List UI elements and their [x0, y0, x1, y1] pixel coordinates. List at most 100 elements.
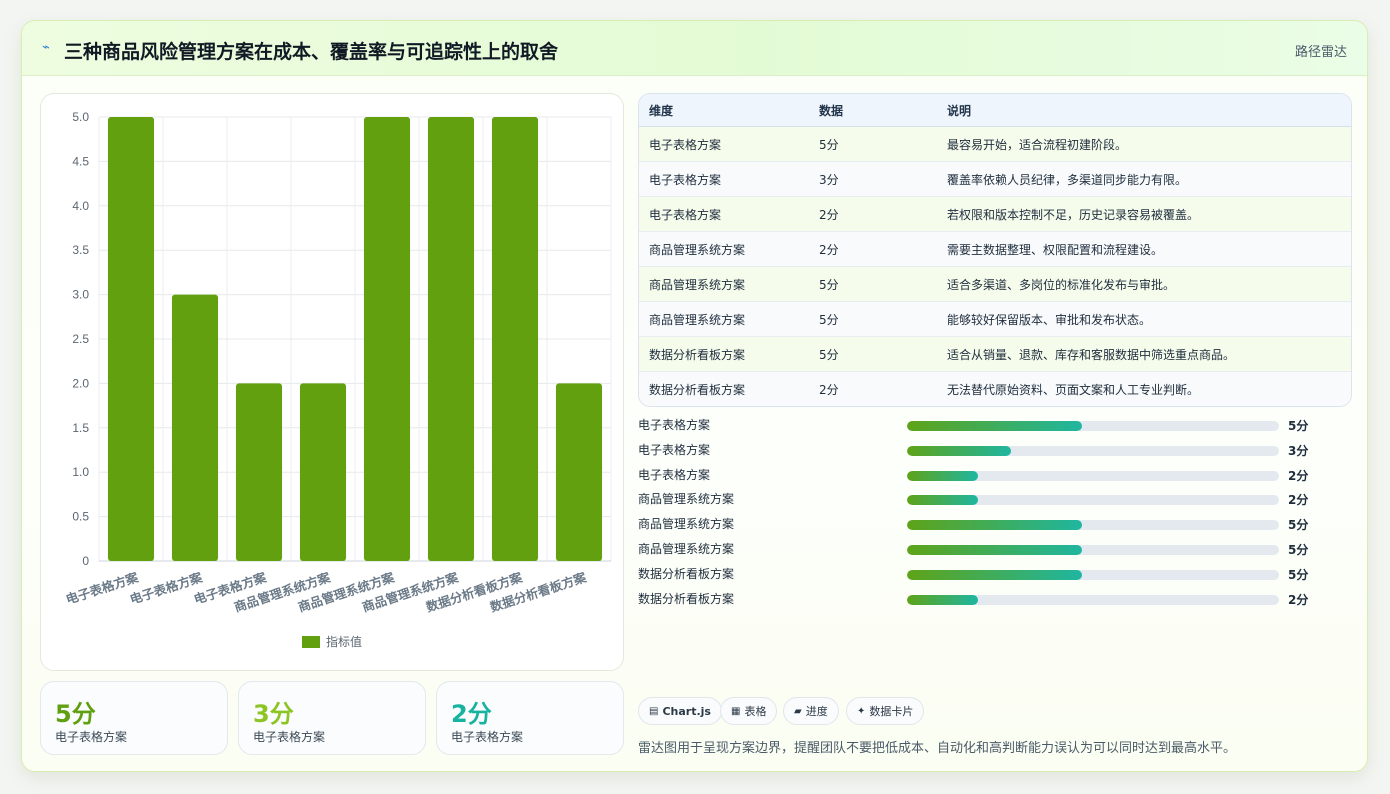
cell-data: 2分: [819, 242, 839, 257]
y-tick-label: 1.0: [72, 465, 89, 479]
progress-label: 数据分析看板方案: [638, 566, 735, 581]
header-dimension: 维度: [649, 103, 674, 118]
progress-icon: ▰: [794, 705, 802, 717]
bar-2: [171, 294, 219, 561]
y-tick-label: 1.5: [72, 421, 89, 435]
bar-6: [427, 117, 475, 561]
stat-card-3: 2分 电子表格方案: [436, 681, 624, 755]
progress-row: 电子表格方案 5分: [638, 416, 1352, 434]
y-tick-label: 0: [82, 554, 89, 568]
chip-chartjs[interactable]: ▤ Chart.js: [638, 697, 722, 725]
progress-label: 商品管理系统方案: [638, 492, 735, 507]
progress-fill: [907, 421, 1082, 431]
progress-fill: [907, 520, 1082, 531]
y-tick-label: 2.0: [72, 376, 89, 390]
table-row: 电子表格方案 3分 覆盖率依赖人员纪律，多渠道同步能力有限。: [639, 162, 1351, 197]
header-data: 数据: [819, 103, 844, 118]
progress-fill: [907, 445, 1012, 456]
stat-label: 电子表格方案: [451, 730, 524, 744]
bar-1: [107, 117, 155, 561]
cell-dimension: 电子表格方案: [649, 137, 722, 152]
progress-value: 5分: [1288, 543, 1309, 557]
bar-chart-panel: 5.0 4.5 4.0 3.5 3.0 2.5 2.0 1.5 1.0 0.5 0 电子表格方案 电子表…: [40, 93, 624, 671]
progress-label: 商品管理系统方案: [638, 517, 735, 532]
lightning-icon: ⌁: [42, 40, 50, 55]
y-tick-label: 4.0: [72, 199, 89, 213]
table-row: 商品管理系统方案 5分 适合多渠道、多岗位的标准化发布与审批。: [639, 267, 1351, 302]
stat-value: 5分: [55, 700, 96, 728]
cell-description: 若权限和版本控制不足，历史记录容易被覆盖。: [947, 207, 1200, 222]
table-header: 维度 数据 说明: [639, 94, 1351, 127]
progress-track: [907, 495, 1279, 506]
cell-description: 适合从销量、退款、库存和客服数据中筛选重点商品。: [947, 347, 1236, 362]
progress-value: 3分: [1288, 443, 1309, 458]
cell-description: 适合多渠道、多岗位的标准化发布与审批。: [947, 277, 1176, 292]
page-title: 三种商品风险管理方案在成本、覆盖率与可追踪性上的取舍: [64, 41, 559, 63]
cell-dimension: 电子表格方案: [649, 207, 722, 222]
table-row: 商品管理系统方案 2分 需要主数据整理、权限配置和流程建设。: [639, 232, 1351, 267]
cell-dimension: 数据分析看板方案: [649, 347, 746, 362]
cell-description: 需要主数据整理、权限配置和流程建设。: [947, 242, 1164, 257]
sparkle-icon: ✦: [857, 705, 866, 717]
chip-data-card[interactable]: ✦ 数据卡片: [846, 697, 925, 725]
cell-data: 2分: [819, 207, 839, 222]
progress-track: [907, 594, 1279, 605]
progress-track: [907, 421, 1279, 431]
cell-dimension: 商品管理系统方案: [649, 312, 746, 327]
header-tag[interactable]: 路径雷达: [1295, 41, 1347, 60]
progress-value: 5分: [1288, 518, 1309, 533]
progress-row: 数据分析看板方案 5分: [638, 565, 1352, 583]
bar-4: [299, 383, 347, 561]
cell-data: 3分: [819, 172, 839, 187]
bar-8: [555, 383, 603, 561]
progress-row: 电子表格方案 2分: [638, 466, 1352, 484]
progress-fill: [907, 545, 1082, 555]
progress-value: 2分: [1288, 468, 1309, 483]
bar-7: [491, 117, 539, 561]
progress-fill: [907, 495, 978, 506]
y-tick-label: 5.0: [72, 110, 89, 124]
progress-row: 数据分析看板方案 2分: [638, 590, 1352, 608]
progress-label: 电子表格方案: [638, 418, 711, 432]
progress-fill: [907, 470, 978, 481]
y-tick-label: 2.5: [72, 332, 89, 346]
cell-dimension: 商品管理系统方案: [649, 277, 746, 292]
chip-progress[interactable]: ▰ 进度: [783, 697, 839, 725]
progress-track: [907, 545, 1279, 555]
chip-label: Chart.js: [662, 704, 711, 718]
progress-label: 数据分析看板方案: [638, 591, 735, 606]
bar-5: [363, 117, 411, 561]
chip-label: 表格: [744, 705, 767, 718]
progress-row: 商品管理系统方案 2分: [638, 490, 1352, 508]
y-tick-label: 4.5: [72, 154, 89, 168]
y-tick-label: 3.5: [72, 243, 89, 257]
header-description: 说明: [947, 103, 972, 118]
cell-data: 5分: [819, 347, 839, 362]
chip-table[interactable]: ▦ 表格: [720, 697, 778, 725]
cell-data: 5分: [819, 137, 839, 152]
stat-value: 2分: [451, 700, 492, 728]
stat-label: 电子表格方案: [55, 730, 128, 744]
progress-value: 2分: [1288, 493, 1309, 508]
bar-chart: 5.04.54.03.53.02.52.01.51.00.50电子表格方案电子表…: [64, 110, 612, 649]
cell-dimension: 电子表格方案: [649, 172, 722, 187]
table-row: 数据分析看板方案 2分 无法替代原始资料、页面文案和人工专业判断。: [639, 372, 1351, 406]
x-tick-label: 电子表格方案: [128, 569, 204, 607]
y-tick-label: 0.5: [72, 510, 89, 524]
bar-3: [235, 383, 283, 561]
footnote: 雷达图用于呈现方案边界，提醒团队不要把低成本、自动化和高判断能力误认为可以同时达…: [638, 741, 1237, 756]
table-row: 商品管理系统方案 5分 能够较好保留版本、审批和发布状态。: [639, 302, 1351, 337]
progress-track: [907, 569, 1279, 580]
progress-track: [907, 520, 1279, 531]
stat-label: 电子表格方案: [253, 730, 326, 744]
progress-label: 商品管理系统方案: [638, 542, 735, 556]
progress-fill: [907, 594, 978, 605]
chip-label: 数据卡片: [869, 705, 914, 718]
progress-row: 商品管理系统方案 5分: [638, 540, 1352, 558]
cell-dimension: 数据分析看板方案: [649, 382, 746, 397]
table-row: 电子表格方案 2分 若权限和版本控制不足，历史记录容易被覆盖。: [639, 197, 1351, 232]
progress-track: [907, 470, 1279, 481]
table-row: 电子表格方案 5分 最容易开始，适合流程初建阶段。: [639, 127, 1351, 162]
progress-fill: [907, 569, 1082, 580]
cell-dimension: 商品管理系统方案: [649, 242, 746, 257]
